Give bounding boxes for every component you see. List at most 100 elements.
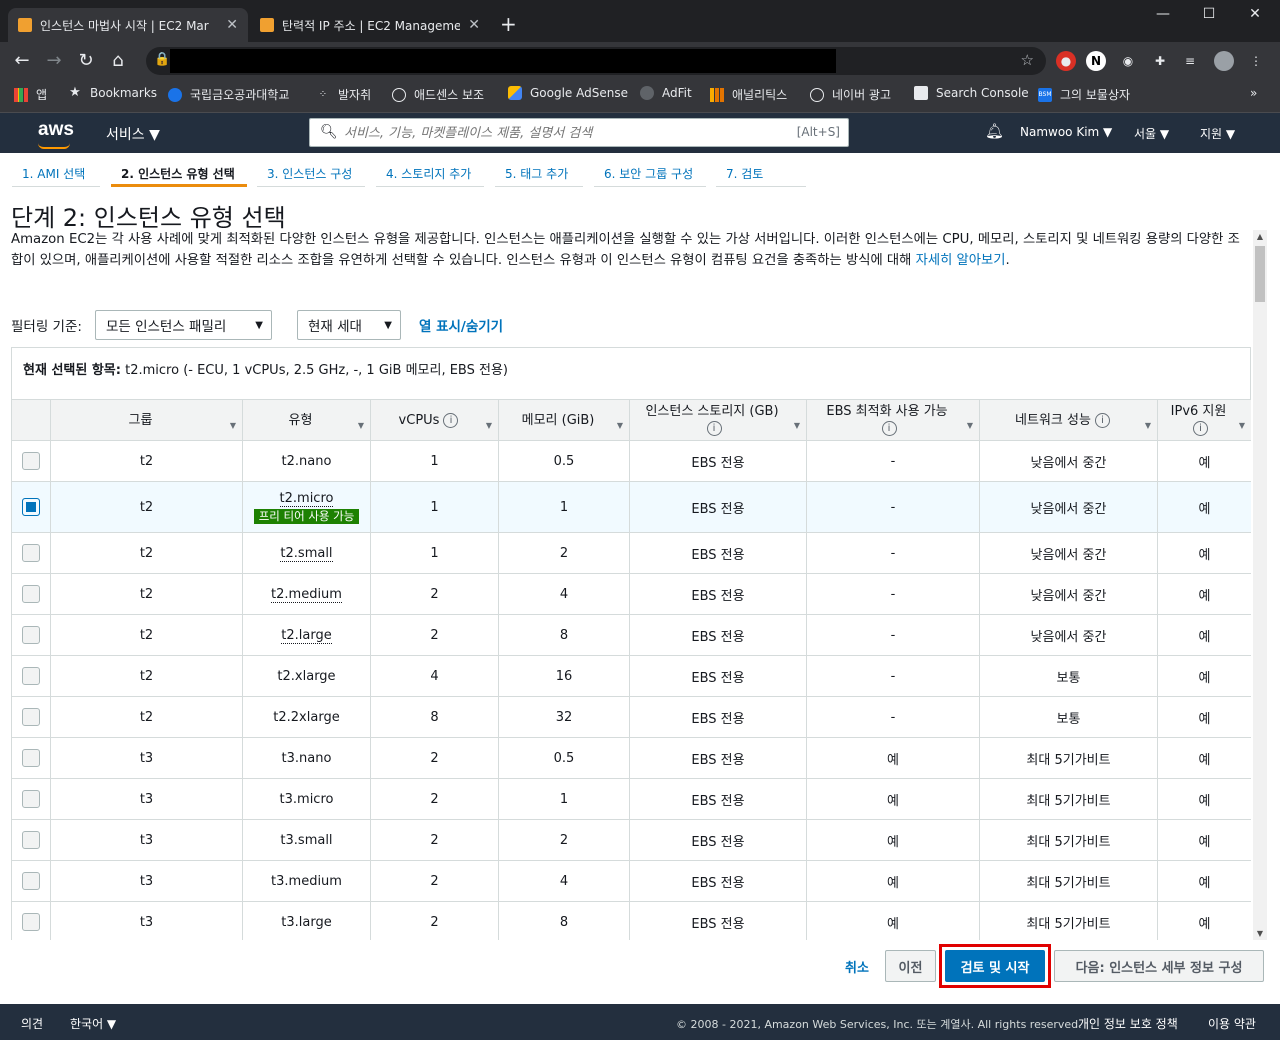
previous-button[interactable]: 이전 <box>885 950 936 982</box>
step-security-group[interactable]: 6. 보안 그룹 구성 <box>594 153 706 187</box>
language-menu[interactable]: 한국어 ▼ <box>70 1015 116 1032</box>
step-configure[interactable]: 3. 인스턴스 구성 <box>257 153 365 187</box>
row-select-cell[interactable] <box>11 901 51 940</box>
row-checkbox[interactable] <box>22 544 40 562</box>
table-row[interactable]: t2 t2.micro 프리 티어 사용 가능 1 1 EBS 전용 - 낮음에서 중간 예 <box>11 481 1251 533</box>
step-instance-type[interactable]: 2. 인스턴스 유형 선택 <box>111 153 247 187</box>
row-select-cell[interactable] <box>11 860 51 902</box>
bookmark-adsense-helper[interactable]: 애드센스 보조 <box>392 86 484 103</box>
step-storage[interactable]: 4. 스토리지 추가 <box>376 153 484 187</box>
sort-caret-icon[interactable]: ▼ <box>967 417 973 434</box>
feedback-link[interactable]: 의견 <box>21 1015 43 1032</box>
privacy-link[interactable]: 개인 정보 보호 정책 <box>1078 1015 1178 1032</box>
close-icon[interactable]: ✕ <box>468 17 480 33</box>
table-row[interactable]: t3 t3.medium 2 4 EBS 전용 예 최대 5기가비트 예 <box>11 860 1251 902</box>
browser-tab-ec2-wizard[interactable]: 인스턴스 마법사 시작 | EC2 Mar ✕ <box>8 8 248 42</box>
header-storage[interactable]: 인스턴스 스토리지 (GB) i ▼ <box>629 399 807 441</box>
table-row[interactable]: t2 t2.xlarge 4 16 EBS 전용 - 보통 예 <box>11 655 1251 697</box>
row-checkbox[interactable] <box>22 790 40 808</box>
header-network[interactable]: 네트워크 성능 i ▼ <box>979 399 1158 441</box>
extension-n-icon[interactable]: N <box>1086 51 1106 71</box>
reload-icon[interactable]: ↻ <box>74 50 98 72</box>
aws-search-box[interactable]: 🔍︎ [Alt+S] <box>309 118 849 147</box>
row-checkbox[interactable] <box>22 913 40 931</box>
header-ebs[interactable]: EBS 최적화 사용 가능 i ▼ <box>806 399 980 441</box>
header-ipv6[interactable]: IPv6 지원 i ▼ <box>1157 399 1251 441</box>
cancel-button[interactable]: 취소 <box>845 957 869 976</box>
row-checkbox[interactable] <box>22 708 40 726</box>
row-checkbox[interactable] <box>22 585 40 603</box>
table-row[interactable]: t3 t3.micro 2 1 EBS 전용 예 최대 5기가비트 예 <box>11 778 1251 820</box>
scroll-thumb[interactable] <box>1255 246 1265 302</box>
page-scrollbar[interactable]: ▲ ▼ <box>1253 230 1267 940</box>
sort-caret-icon[interactable]: ▼ <box>358 417 364 434</box>
table-row[interactable]: t2 t2.medium 2 4 EBS 전용 - 낮음에서 중간 예 <box>11 573 1251 615</box>
services-menu[interactable]: 서비스 ▼ <box>106 124 160 144</box>
review-launch-button[interactable]: 검토 및 시작 <box>945 950 1045 982</box>
bookmark-bsm[interactable]: BSM 그의 보물상자 <box>1038 86 1130 103</box>
extension-camera-icon[interactable]: ◉ <box>1118 51 1138 71</box>
table-row[interactable]: t2 t2.large 2 8 EBS 전용 - 낮음에서 중간 예 <box>11 614 1251 656</box>
bookmark-analytics[interactable]: 애널리틱스 <box>710 86 787 103</box>
scroll-down-icon[interactable]: ▼ <box>1253 929 1267 938</box>
notification-bell-icon[interactable]: 🔔︎ <box>985 122 1004 140</box>
bookmark-star-icon[interactable]: ☆ <box>1021 51 1034 69</box>
row-checkbox[interactable] <box>22 498 40 516</box>
row-select-cell[interactable] <box>11 655 51 697</box>
table-row[interactable]: t2 t2.2xlarge 8 32 EBS 전용 - 보통 예 <box>11 696 1251 738</box>
aws-logo[interactable]: aws <box>38 119 74 149</box>
address-bar[interactable]: 🔒 ☆ <box>146 47 1046 75</box>
home-icon[interactable]: ⌂ <box>106 50 130 72</box>
row-select-cell[interactable] <box>11 737 51 779</box>
step-ami[interactable]: 1. AMI 선택 <box>12 153 100 187</box>
user-menu[interactable]: Namwoo Kim ▼ <box>1020 125 1112 139</box>
row-checkbox[interactable] <box>22 831 40 849</box>
bookmark-search-console[interactable]: Search Console <box>914 86 1029 100</box>
row-checkbox[interactable] <box>22 626 40 644</box>
sort-caret-icon[interactable]: ▼ <box>617 417 623 434</box>
browser-tab-elastic-ip[interactable]: 탄력적 IP 주소 | EC2 Manageme ✕ <box>250 8 490 42</box>
row-select-cell[interactable] <box>11 481 51 533</box>
header-group[interactable]: 그룹 ▼ <box>50 399 243 441</box>
row-select-cell[interactable] <box>11 573 51 615</box>
window-close-icon[interactable]: ✕ <box>1232 6 1278 22</box>
row-checkbox[interactable] <box>22 749 40 767</box>
close-icon[interactable]: ✕ <box>226 17 238 33</box>
maximize-icon[interactable]: ☐ <box>1186 6 1232 22</box>
bookmark-apps[interactable]: 앱 <box>14 86 47 103</box>
step-review[interactable]: 7. 검토 <box>716 153 806 187</box>
row-select-cell[interactable] <box>11 614 51 656</box>
row-select-cell[interactable] <box>11 819 51 861</box>
profile-avatar[interactable] <box>1214 51 1234 71</box>
row-checkbox[interactable] <box>22 872 40 890</box>
bookmark-bookmarks[interactable]: ★ Bookmarks <box>68 86 157 101</box>
sort-caret-icon[interactable]: ▼ <box>1239 417 1245 434</box>
table-row[interactable]: t3 t3.small 2 2 EBS 전용 예 최대 5기가비트 예 <box>11 819 1251 861</box>
row-checkbox[interactable] <box>22 667 40 685</box>
bookmark-google-adsense[interactable]: Google AdSense <box>508 86 628 100</box>
back-arrow-icon[interactable]: ← <box>10 50 34 72</box>
sort-caret-icon[interactable]: ▼ <box>230 417 236 434</box>
sort-caret-icon[interactable]: ▼ <box>794 417 800 434</box>
menu-kebab-icon[interactable]: ⋮ <box>1246 51 1266 71</box>
generation-select[interactable]: 현재 세대 ▼ <box>296 310 401 340</box>
region-menu[interactable]: 서울 ▼ <box>1134 125 1169 142</box>
row-select-cell[interactable] <box>11 778 51 820</box>
next-configure-button[interactable]: 다음: 인스턴스 세부 정보 구성 <box>1054 950 1264 982</box>
header-type[interactable]: 유형 ▼ <box>242 399 371 441</box>
table-row[interactable]: t3 t3.nano 2 0.5 EBS 전용 예 최대 5기가비트 예 <box>11 737 1251 779</box>
more-bookmarks-chevron-icon[interactable]: » <box>1250 86 1257 100</box>
support-menu[interactable]: 지원 ▼ <box>1200 125 1235 142</box>
family-select[interactable]: 모든 인스턴스 패밀리 ▼ <box>94 310 272 340</box>
bookmark-footprint[interactable]: ⁘ 발자취 <box>316 86 371 103</box>
new-tab-button[interactable]: + <box>500 14 517 34</box>
table-row[interactable]: t2 t2.nano 1 0.5 EBS 전용 - 낮음에서 중간 예 <box>11 440 1251 482</box>
terms-link[interactable]: 이용 약관 <box>1208 1015 1256 1032</box>
search-input[interactable] <box>344 122 784 144</box>
bookmark-adfit[interactable]: AdFit <box>640 86 692 100</box>
toggle-columns-link[interactable]: 열 표시/숨기기 <box>419 315 503 335</box>
info-icon[interactable]: i <box>881 421 897 436</box>
row-select-cell[interactable] <box>11 440 51 482</box>
scroll-up-icon[interactable]: ▲ <box>1253 232 1267 241</box>
header-memory[interactable]: 메모리 (GiB) ▼ <box>498 399 630 441</box>
